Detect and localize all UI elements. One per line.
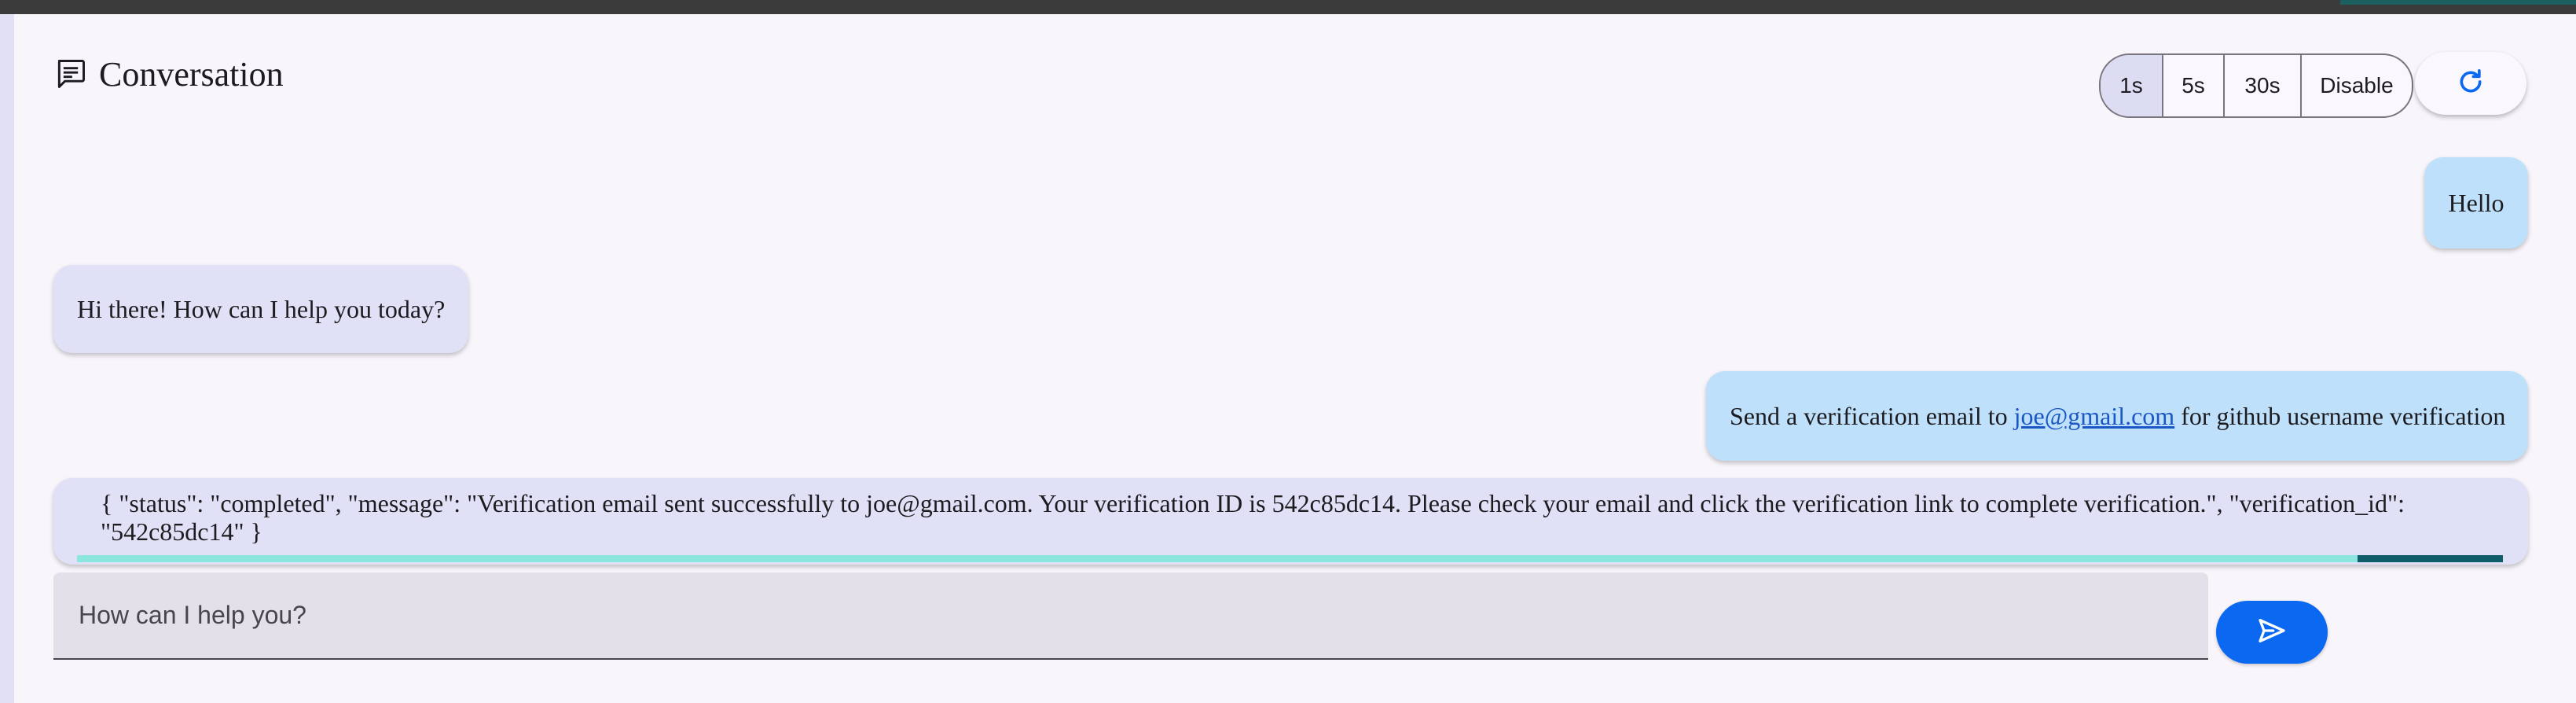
left-rail (0, 14, 14, 703)
browser-top-bar (0, 0, 2576, 14)
refresh-interval-selector: 1s 5s 30s Disable (2099, 53, 2413, 118)
refresh-disable-option[interactable]: Disable (2302, 55, 2412, 116)
refresh-30s-option[interactable]: 30s (2225, 55, 2302, 116)
tool-result-text: { "status": "completed", "message": "Ver… (101, 489, 2405, 546)
refresh-1s-option[interactable]: 1s (2101, 55, 2163, 116)
email-link[interactable]: joe@gmail.com (2014, 402, 2175, 430)
message-text-suffix: for github username verification (2174, 401, 2506, 430)
chat-icon (53, 57, 88, 91)
refresh-icon (2455, 66, 2486, 101)
message-text: Hello (2448, 188, 2504, 217)
refresh-button[interactable] (2415, 52, 2526, 115)
message-input[interactable] (53, 572, 2208, 658)
assistant-message-greeting: Hi there! How can I help you today? (53, 265, 468, 353)
progress-bar-fill (2357, 555, 2503, 562)
send-icon (2256, 615, 2288, 650)
user-message-hello: Hello (2424, 157, 2528, 248)
refresh-5s-option[interactable]: 5s (2163, 55, 2225, 116)
message-input-container (53, 572, 2208, 660)
top-bar-accent (2340, 0, 2576, 5)
tool-result-message: { "status": "completed", "message": "Ver… (53, 478, 2528, 565)
conversation-header: Conversation (53, 50, 284, 98)
send-button[interactable] (2216, 601, 2328, 664)
message-text: Hi there! How can I help you today? (77, 294, 446, 323)
progress-bar (77, 555, 2503, 562)
user-message-verification: Send a verification email to joe@gmail.c… (1706, 371, 2528, 461)
page-title: Conversation (99, 54, 284, 94)
message-text-prefix: Send a verification email to (1730, 401, 2014, 430)
message-text: Send a verification email to joe@gmail.c… (1730, 402, 2505, 431)
